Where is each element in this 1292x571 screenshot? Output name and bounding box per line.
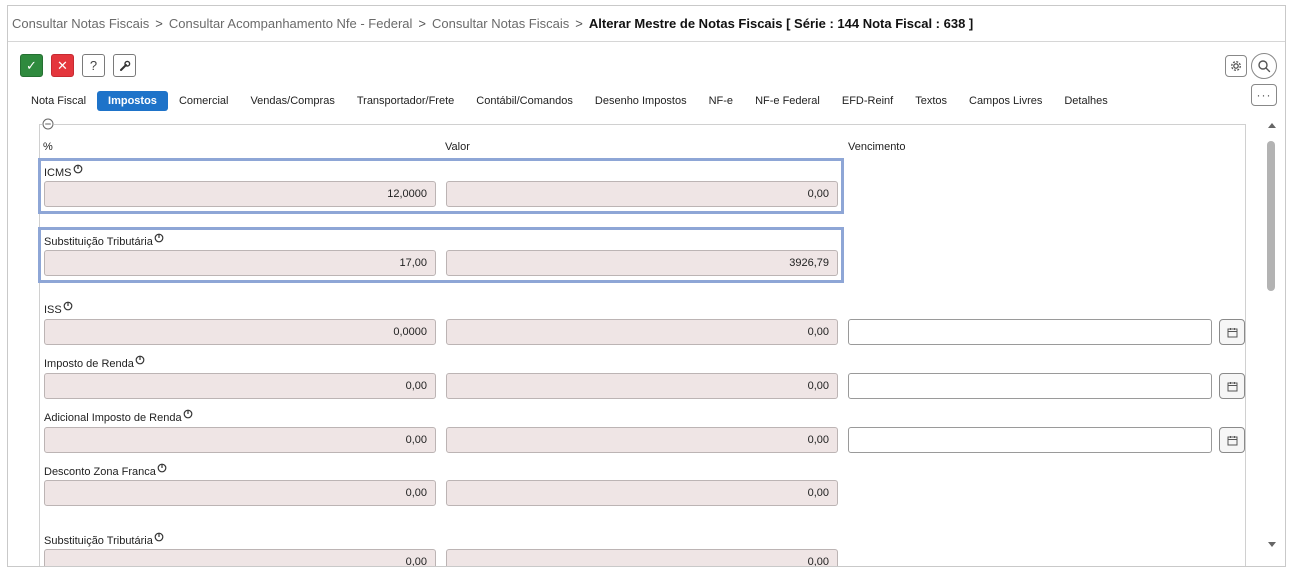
search-button[interactable] — [1251, 53, 1277, 79]
field-label-substituicao-tributaria-2: Substituição Tributária — [44, 532, 164, 548]
tab-vendas-compras[interactable]: Vendas/Compras — [239, 91, 345, 111]
wrench-icon — [119, 60, 130, 71]
tab-desenho-impostos[interactable]: Desenho Impostos — [584, 91, 698, 111]
tab-transportador-frete[interactable]: Transportador/Frete — [346, 91, 465, 111]
column-header-percent: % — [43, 141, 53, 153]
breadcrumb: Consultar Notas Fiscais > Consultar Acom… — [8, 6, 1285, 42]
breadcrumb-separator: > — [418, 16, 426, 31]
tab-bar: Nota Fiscal Impostos Comercial Vendas/Co… — [27, 90, 1119, 112]
check-icon: ✓ — [26, 57, 37, 73]
help-button[interactable]: ? — [82, 54, 105, 77]
more-options-button[interactable]: ··· — [1251, 84, 1277, 106]
tab-campos-livres[interactable]: Campos Livres — [958, 91, 1053, 111]
column-header-value: Valor — [445, 141, 470, 153]
breadcrumb-separator: > — [575, 16, 583, 31]
calendar-icon — [1227, 435, 1237, 445]
page-title: Alterar Mestre de Notas Fiscais [ Série … — [588, 16, 974, 31]
copy-icon[interactable] — [154, 233, 164, 246]
tab-detalhes[interactable]: Detalhes — [1053, 91, 1118, 111]
copy-icon[interactable] — [157, 463, 167, 476]
tab-efd-reinf[interactable]: EFD-Reinf — [831, 91, 904, 111]
copy-icon[interactable] — [63, 301, 73, 314]
settings-button[interactable] — [1225, 55, 1247, 77]
gear-icon — [1231, 61, 1241, 71]
st-value-field[interactable]: 3926,79 — [446, 250, 838, 276]
help-icon: ? — [89, 58, 98, 73]
scroll-down-arrow-icon[interactable] — [1268, 542, 1276, 547]
ir-due-date-input[interactable] — [848, 373, 1212, 399]
tab-nota-fiscal[interactable]: Nota Fiscal — [27, 91, 97, 111]
toolbar: ✓ ✕ ? — [20, 54, 136, 77]
air-calendar-button[interactable] — [1219, 427, 1245, 453]
copy-icon[interactable] — [183, 409, 193, 422]
copy-icon[interactable] — [154, 532, 164, 545]
ellipsis-icon: ··· — [1256, 88, 1272, 102]
breadcrumb-item-2[interactable]: Consultar Acompanhamento Nfe - Federal — [169, 16, 413, 31]
tab-comercial[interactable]: Comercial — [168, 91, 240, 111]
field-label-desconto-zona-franca: Desconto Zona Franca — [44, 463, 167, 479]
scroll-up-arrow-icon[interactable] — [1268, 123, 1276, 128]
column-header-due: Vencimento — [848, 141, 906, 153]
copy-icon[interactable] — [135, 355, 145, 368]
right-tools — [1225, 53, 1277, 79]
air-percent-field[interactable]: 0,00 — [44, 427, 436, 453]
tab-content: % Valor Vencimento ICMS 12,0000 0,00 Sub… — [29, 117, 1262, 566]
iss-value-field[interactable]: 0,00 — [446, 319, 838, 345]
icms-percent-field[interactable]: 12,0000 — [44, 181, 436, 207]
field-label-substituicao-tributaria: Substituição Tributária — [44, 233, 164, 249]
close-icon: ✕ — [57, 57, 68, 73]
iss-due-date-input[interactable] — [848, 319, 1212, 345]
calendar-icon — [1227, 327, 1237, 337]
iss-percent-field[interactable]: 0,0000 — [44, 319, 436, 345]
ir-calendar-button[interactable] — [1219, 373, 1245, 399]
breadcrumb-item-1[interactable]: Consultar Notas Fiscais — [12, 16, 149, 31]
scrollbar-thumb[interactable] — [1267, 141, 1275, 291]
main-window: Consultar Notas Fiscais > Consultar Acom… — [7, 5, 1286, 567]
search-icon — [1258, 60, 1271, 73]
st-percent-field[interactable]: 17,00 — [44, 250, 436, 276]
dzf-percent-field[interactable]: 0,00 — [44, 480, 436, 506]
calendar-icon — [1227, 381, 1237, 391]
tab-nfe[interactable]: NF-e — [698, 91, 744, 111]
collapse-icon[interactable] — [42, 118, 54, 130]
vertical-scrollbar[interactable] — [1263, 117, 1283, 566]
field-label-adicional-imposto-de-renda: Adicional Imposto de Renda — [44, 409, 193, 425]
ir-value-field[interactable]: 0,00 — [446, 373, 838, 399]
tools-button[interactable] — [113, 54, 136, 77]
copy-icon[interactable] — [73, 164, 83, 177]
confirm-button[interactable]: ✓ — [20, 54, 43, 77]
field-label-iss: ISS — [44, 301, 73, 317]
air-value-field[interactable]: 0,00 — [446, 427, 838, 453]
tab-contabil-comandos[interactable]: Contábil/Comandos — [465, 91, 584, 111]
ir-percent-field[interactable]: 0,00 — [44, 373, 436, 399]
tab-nfe-federal[interactable]: NF-e Federal — [744, 91, 831, 111]
st2-value-field[interactable]: 0,00 — [446, 549, 838, 566]
breadcrumb-item-3[interactable]: Consultar Notas Fiscais — [432, 16, 569, 31]
field-label-imposto-de-renda: Imposto de Renda — [44, 355, 145, 371]
cancel-button[interactable]: ✕ — [51, 54, 74, 77]
dzf-value-field[interactable]: 0,00 — [446, 480, 838, 506]
air-due-date-input[interactable] — [848, 427, 1212, 453]
icms-value-field[interactable]: 0,00 — [446, 181, 838, 207]
tab-textos[interactable]: Textos — [904, 91, 958, 111]
field-label-icms: ICMS — [44, 164, 83, 180]
st2-percent-field[interactable]: 0,00 — [44, 549, 436, 566]
iss-calendar-button[interactable] — [1219, 319, 1245, 345]
tab-impostos[interactable]: Impostos — [97, 91, 168, 111]
breadcrumb-separator: > — [155, 16, 163, 31]
